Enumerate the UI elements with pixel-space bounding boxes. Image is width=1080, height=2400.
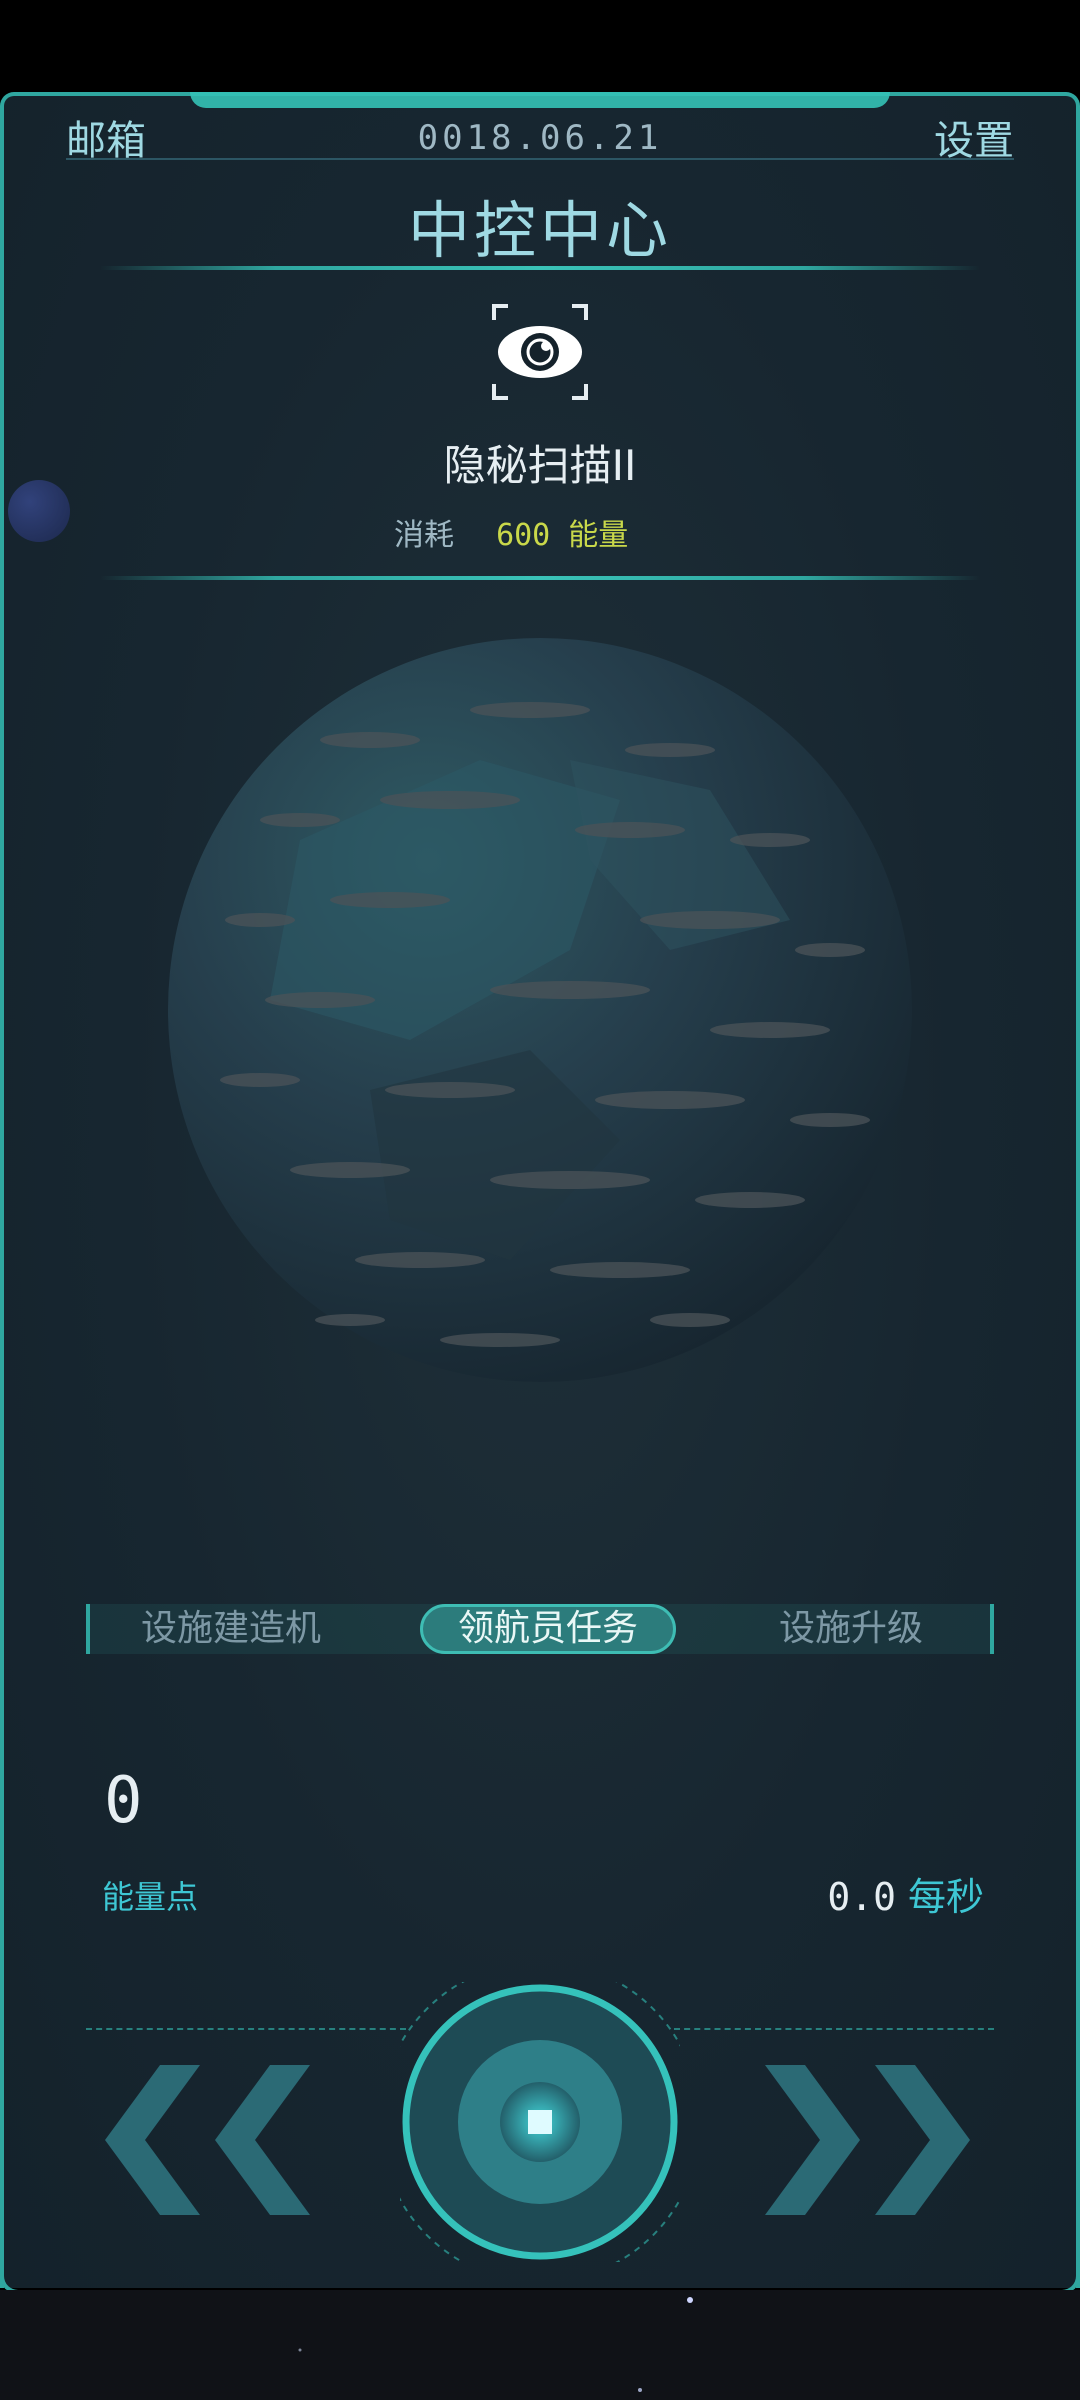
energy-points-value: 0 [104,1764,143,1838]
header-underline [66,158,1014,160]
tab-facility-upgrade[interactable]: 设施升级 [736,1604,966,1654]
page-title: 中控中心 [407,194,672,267]
dashed-line-right [674,2028,994,2030]
control-area [0,1960,1080,2290]
skill-cost: 消耗 600 能量 [394,510,628,554]
skill-name: 隐秘扫描II [443,441,637,490]
top-accent-bar [190,92,890,108]
tab-bar: 设施建造机 领航员任务 设施升级 [86,1604,994,1654]
space-background-strip [0,2290,1080,2400]
small-moon [8,480,70,542]
energy-points-label: 能量点 [102,1878,199,1916]
eye-scan-icon[interactable] [490,302,590,402]
double-chevron-left-icon[interactable] [100,2060,320,2220]
energy-rate: 0.0 每秒 [827,1866,984,1921]
date-display: 0018.06.21 [417,118,663,158]
energy-rate-unit: 每秒 [907,1875,984,1919]
double-chevron-right-icon[interactable] [760,2060,980,2220]
planet-image [168,638,912,1382]
energy-rate-value: 0.0 [827,1875,896,1919]
dashed-line-left [86,2028,406,2030]
screen: 邮箱 0018.06.21 设置 中控中心 隐秘扫描II 消耗 600 能量 设… [0,0,1080,2400]
cost-value: 600 能量 [496,518,629,553]
core-button-icon[interactable] [400,1982,680,2262]
tab-facility-builder[interactable]: 设施建造机 [116,1604,346,1654]
tab-navigator-missions[interactable]: 领航员任务 [420,1604,676,1654]
skill-divider [100,576,980,580]
cost-label: 消耗 [394,518,454,553]
title-divider [100,266,980,270]
